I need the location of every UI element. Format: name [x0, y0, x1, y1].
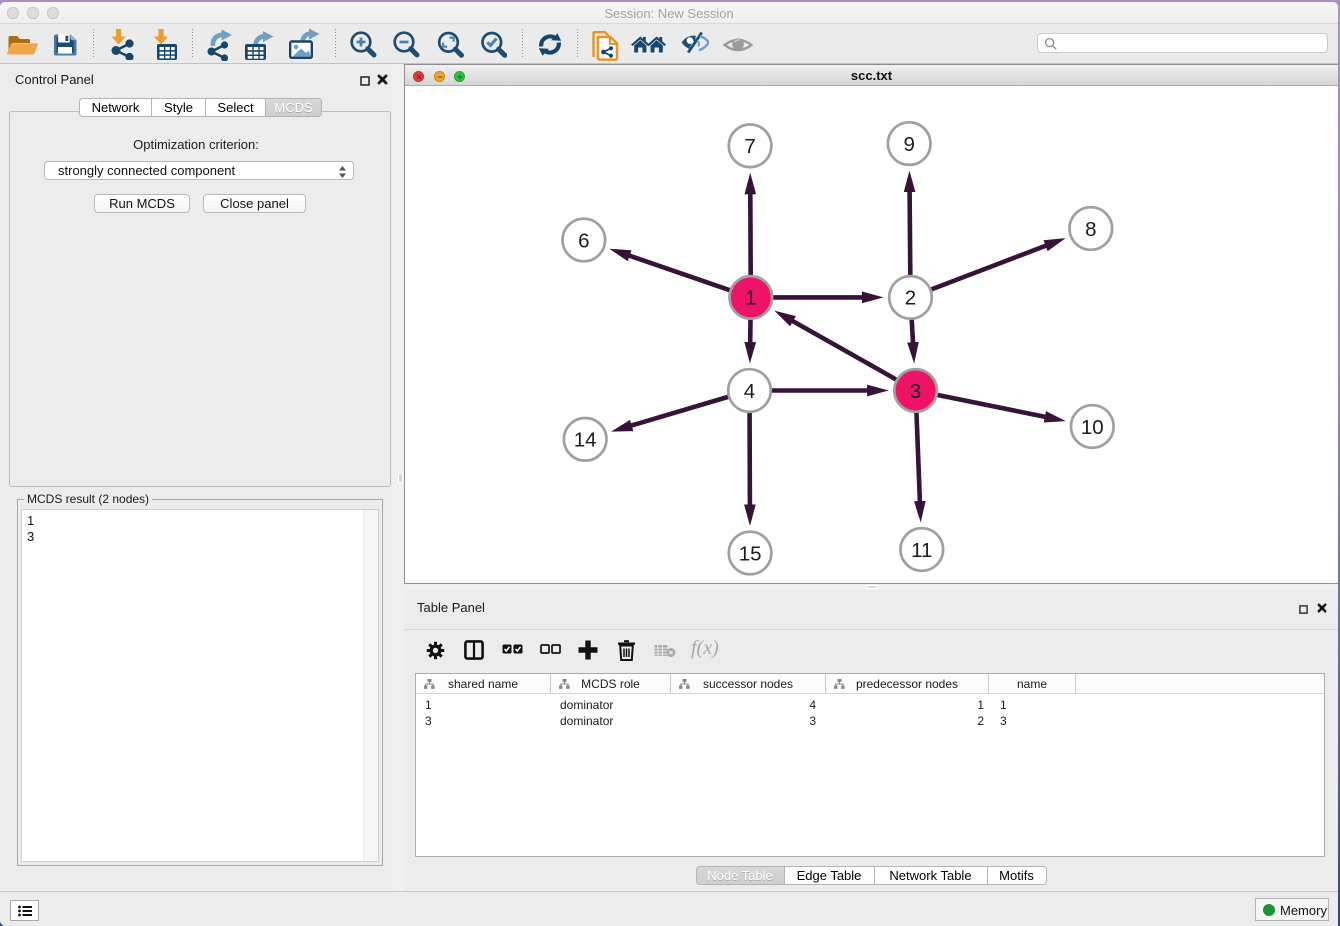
svg-text:9: 9 [903, 133, 914, 156]
svg-text:11: 11 [911, 539, 932, 562]
svg-text:1: 1 [745, 287, 756, 310]
svg-text:14: 14 [574, 429, 597, 452]
svg-text:6: 6 [578, 229, 589, 252]
svg-text:15: 15 [739, 542, 762, 565]
svg-text:2: 2 [905, 287, 916, 310]
svg-text:8: 8 [1085, 218, 1096, 241]
svg-text:4: 4 [744, 380, 755, 403]
svg-text:3: 3 [910, 380, 921, 403]
svg-text:7: 7 [744, 135, 755, 158]
svg-text:10: 10 [1081, 416, 1104, 439]
